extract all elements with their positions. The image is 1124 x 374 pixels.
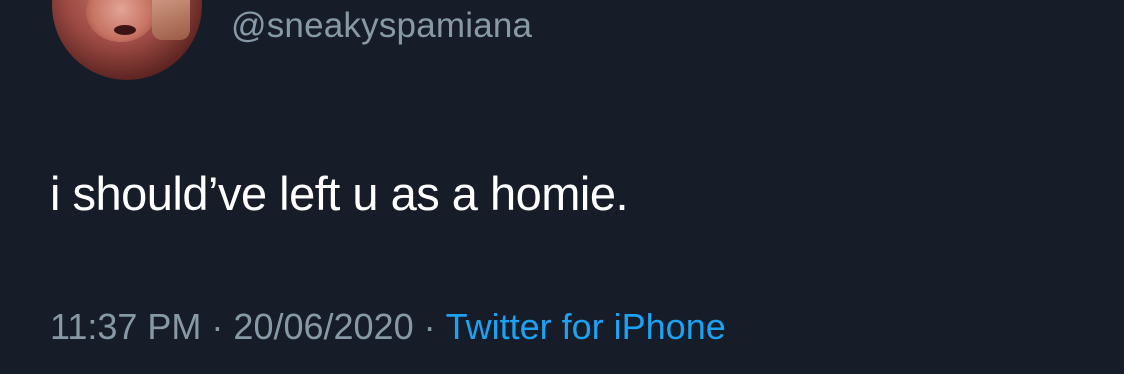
tweet-card: @sneakyspamiana i should’ve left u as a … xyxy=(0,0,1124,374)
avatar-face-shape xyxy=(86,0,156,42)
meta-separator: · xyxy=(423,306,436,347)
tweet-text: i should’ve left u as a homie. xyxy=(50,167,629,220)
avatar-hand-shape xyxy=(152,0,190,40)
tweet-metadata: 11:37 PM · 20/06/2020 · Twitter for iPhone xyxy=(50,306,726,348)
avatar-mouth-shape xyxy=(114,25,136,35)
meta-separator: · xyxy=(211,306,224,347)
user-handle[interactable]: @sneakyspamiana xyxy=(231,6,532,46)
tweet-source-link[interactable]: Twitter for iPhone xyxy=(446,306,726,347)
avatar[interactable] xyxy=(52,0,202,80)
tweet-date[interactable]: 20/06/2020 xyxy=(233,306,413,347)
tweet-time[interactable]: 11:37 PM xyxy=(50,306,201,347)
